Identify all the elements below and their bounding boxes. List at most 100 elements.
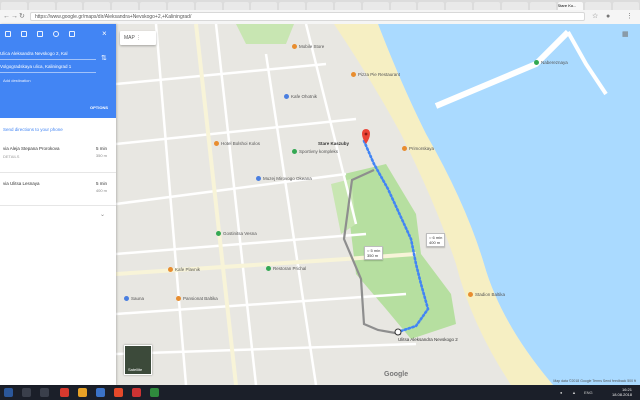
browser-tab[interactable] [140,2,166,10]
search-icon[interactable] [22,388,31,397]
browser-tab[interactable] [223,2,250,10]
place-pin-icon [176,296,181,302]
browser-tab[interactable] [501,2,528,10]
place-label[interactable]: Kafe Ohotnik [284,94,317,100]
app-icon[interactable] [150,388,159,397]
place-label[interactable]: Stadion Baltika [468,292,505,298]
browser-tab[interactable] [84,2,111,10]
add-destination-link[interactable]: Add destination [3,78,31,83]
destination-label[interactable]: Stare Kaszuby [318,141,349,146]
divider [0,205,116,206]
bookmark-star-icon[interactable]: ☆ [592,13,598,21]
language-indicator[interactable]: ENG [584,390,593,395]
google-logo: Google [384,371,409,378]
browser-tab[interactable] [195,2,222,10]
place-pin-icon [216,231,221,237]
browser-tab[interactable] [334,2,361,10]
place-label[interactable]: Primorskaya [402,146,434,152]
transit-mode-icon[interactable] [37,31,43,37]
browser-toolbar: ← → ↻ https://www.google.gr/maps/dir/Ale… [0,10,640,25]
map-canvas[interactable]: MAP ⋮ ▦ Stare Kaszuby Ulitsa Aleksandra … [116,24,640,385]
media-icon[interactable] [132,388,141,397]
browser-tab[interactable] [613,2,639,10]
browser-tab[interactable] [1,2,27,10]
place-label[interactable]: Pansionat Baltika [176,296,218,302]
place-pin-icon [124,296,129,302]
place-label[interactable]: Mobile Store [292,44,324,50]
browser-tab[interactable] [56,2,83,10]
browser-tab[interactable] [446,2,473,10]
browser-tab[interactable] [167,2,194,10]
browser-tab[interactable] [307,2,333,10]
place-pin-icon [292,44,297,50]
place-label[interactable]: Restoran Prichal [266,266,306,272]
place-label[interactable]: Muzej Mirovogo Okeana [256,176,312,182]
place-label[interactable]: Pizza Pie Restaurant [351,72,400,78]
browser-tab[interactable] [474,2,500,10]
map-menu-button[interactable]: MAP ⋮ [120,31,156,45]
place-label[interactable]: Sportivny kompleks [292,149,338,155]
place-pin-icon [214,141,219,147]
browser-tab[interactable] [529,2,556,10]
place-pin-icon [266,266,271,272]
place-label[interactable]: Gostinitsa Vesna [216,231,257,237]
place-label[interactable]: Nabereznaya [534,60,568,66]
route-option-1[interactable]: via Aleja Stepana Prorokova 5 min 350 m … [0,146,116,166]
map-footer[interactable]: Map data ©2018 Google Terms Send feedbac… [553,379,636,383]
swap-icon[interactable]: ⇅ [101,54,107,62]
clock[interactable]: 16:21 18.08.2018 [612,387,632,397]
extension-icon[interactable]: ● [606,13,610,21]
opera-icon[interactable] [60,388,69,397]
wifi-icon[interactable]: ● [560,390,562,395]
browser-tab[interactable] [28,2,55,10]
route-1-details-link[interactable]: DETAILS [3,154,19,159]
browser-tab[interactable] [112,2,139,10]
place-pin-icon [168,267,173,273]
browser-tab[interactable] [418,2,445,10]
volume-icon[interactable]: ▲ [572,390,576,395]
origin-input[interactable]: Ulica Aleksandra Nevskogo 2, Kal [0,48,96,60]
task-view-icon[interactable] [40,388,49,397]
place-pin-icon [284,94,289,100]
place-pin-icon [351,72,356,78]
browser-tab-strip: Stare Ko... [0,0,640,10]
options-button[interactable]: OPTIONS [90,105,108,110]
address-bar[interactable]: https://www.google.gr/maps/dir/Aleksandr… [30,12,585,21]
bike-mode-icon[interactable] [69,31,75,37]
place-label[interactable]: Hotel Bolshoi Kolos [214,141,260,147]
route-info-box-1[interactable]: ○ 5 min 350 m [364,246,384,260]
chevron-down-icon[interactable]: ⌄ [100,211,105,218]
origin-label[interactable]: Ulitsa Aleksandra Nevskogo 2 [398,337,458,342]
directions-panel: × Ulica Aleksandra Nevskogo 2, Kal Volgo… [0,24,116,385]
start-icon[interactable] [4,388,13,397]
place-pin-icon [402,146,407,152]
walk-mode-icon[interactable] [53,31,59,37]
browser-tab[interactable] [362,2,389,10]
route-info-box-2[interactable]: ○ 6 min 400 m [426,233,446,247]
place-pin-icon [468,292,473,298]
browser-tab[interactable] [279,2,306,10]
place-label[interactable]: Sauna [124,296,144,302]
browser-tab[interactable] [390,2,417,10]
place-pin-icon [534,60,539,66]
folder-icon[interactable] [78,388,87,397]
directions-header: × Ulica Aleksandra Nevskogo 2, Kal Volgo… [0,24,116,118]
browser-tab[interactable] [251,2,278,10]
directions-mode-icon[interactable] [5,31,11,37]
back-icon[interactable]: ← [3,13,10,21]
browser-tab-active[interactable]: Stare Ko... [557,2,584,10]
car-mode-icon[interactable] [21,31,27,37]
reload-icon[interactable]: ↻ [19,13,25,21]
place-label[interactable]: Kafe Plavnik [168,267,200,273]
place-pin-icon [256,176,261,182]
route-option-2[interactable]: via Ulitsa Lesnaya 5 min 400 m [0,181,116,201]
close-icon[interactable]: × [102,29,107,38]
app-icon[interactable] [114,388,123,397]
word-icon[interactable] [96,388,105,397]
satellite-toggle[interactable]: Satellite [124,345,152,375]
browser-menu-icon[interactable]: ⋮ [626,13,633,21]
forward-icon[interactable]: → [11,13,18,21]
browser-tab[interactable] [585,2,612,10]
destination-input[interactable]: Volgogradskaya ulica, Kaliningrad 1 [0,61,96,73]
apps-grid-icon[interactable]: ▦ [622,31,630,39]
